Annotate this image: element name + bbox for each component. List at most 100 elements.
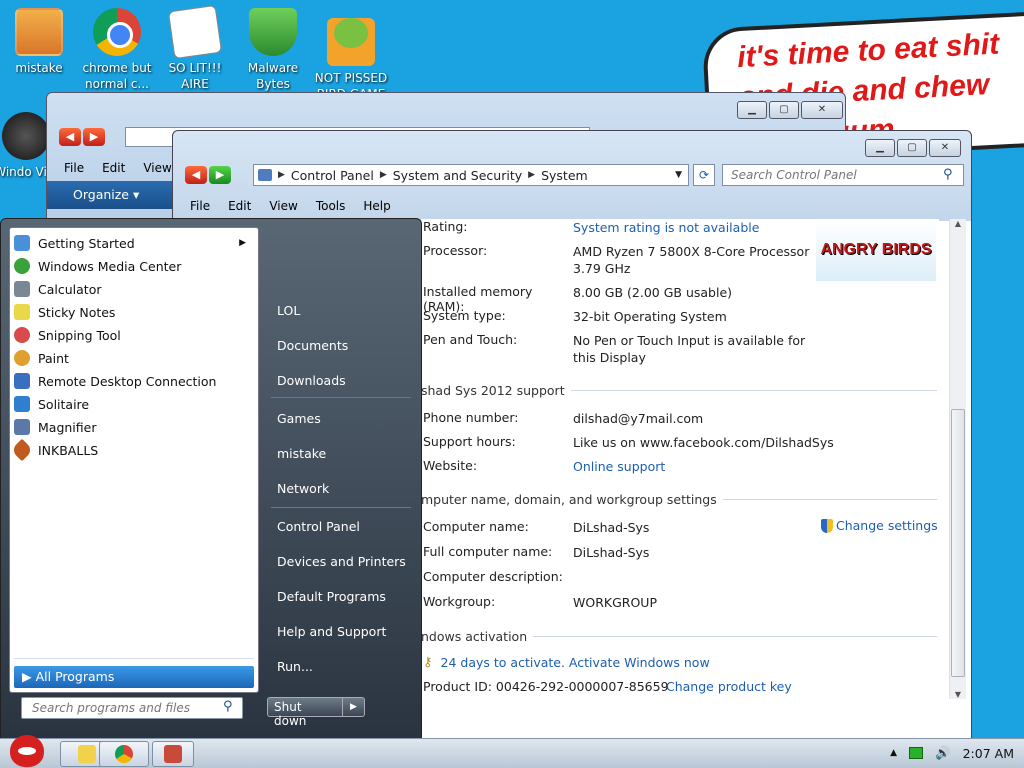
uac-shield-icon [821, 518, 833, 533]
start-link-run[interactable]: Run... [277, 659, 313, 674]
menu-bar: File Edit View Tools Help [183, 197, 398, 215]
hours-row: Support hours: Like us on www.facebook.c… [423, 434, 873, 451]
online-support-link[interactable]: Online support [573, 458, 813, 475]
desktop-icon-bird-game[interactable]: NOT PISSED BIRD GAME [312, 8, 390, 102]
system-content: Rating: System rating is not available P… [421, 219, 939, 699]
change-settings-link[interactable]: Change settings [821, 518, 938, 533]
start-link-control-panel[interactable]: Control Panel [277, 519, 360, 534]
back-button[interactable]: ◀ [185, 166, 207, 184]
palette-icon [14, 350, 30, 366]
program-inkballs[interactable]: INKBALLS [10, 438, 254, 462]
computer-name-row: Computer name: DiLshad-Sys [423, 519, 813, 536]
dropdown-icon[interactable]: ▼ [675, 170, 682, 180]
program-getting-started[interactable]: Getting Started ▶ [14, 232, 254, 254]
start-link-mistake[interactable]: mistake [277, 446, 326, 461]
angry-birds-logo: ANGRY BIRDS [816, 219, 936, 281]
processor-value: AMD Ryzen 7 5800X 8-Core Processor 3.79 … [573, 244, 810, 276]
divider [271, 507, 411, 508]
program-calculator[interactable]: Calculator [14, 278, 254, 300]
taskbar-chrome[interactable] [99, 741, 149, 767]
magnifier-icon [14, 419, 30, 435]
maximize-button[interactable]: ▢ [897, 139, 927, 157]
full-name-label: Full computer name: [423, 544, 553, 559]
scroll-thumb[interactable] [951, 409, 965, 677]
start-link-default-programs[interactable]: Default Programs [277, 589, 386, 604]
phone-row: Phone number: dilshad@y7mail.com [423, 410, 813, 427]
search-icon[interactable]: ⚲ [223, 699, 233, 714]
vertical-scrollbar[interactable]: ▲ ▼ [949, 219, 966, 699]
start-link-network[interactable]: Network [277, 481, 329, 496]
rating-row: Rating: System rating is not available [423, 219, 813, 236]
menu-file[interactable]: File [57, 159, 91, 177]
remote-desktop-icon [14, 373, 30, 389]
start-link-documents[interactable]: Documents [277, 338, 348, 353]
menu-help[interactable]: Help [356, 197, 397, 215]
forward-button[interactable]: ▶ [83, 128, 105, 146]
shutdown-button[interactable]: Shut down ▶ [267, 697, 365, 728]
search-input[interactable]: Search Control Panel [722, 164, 964, 186]
program-snipping-tool[interactable]: Snipping Tool [14, 324, 254, 346]
program-remote-desktop[interactable]: Remote Desktop Connection [14, 370, 254, 392]
start-button[interactable] [4, 731, 52, 768]
network-icon[interactable] [909, 747, 924, 759]
desktop-icon-mistake[interactable]: mistake [0, 8, 78, 76]
start-link-help-support[interactable]: Help and Support [277, 624, 386, 639]
pig-icon [327, 18, 375, 66]
shutdown-options-icon[interactable]: ▶ [342, 698, 364, 716]
breadcrumb-control-panel[interactable]: Control Panel [291, 168, 374, 183]
close-button[interactable]: ✕ [929, 139, 961, 157]
breadcrumb-system[interactable]: System [541, 168, 588, 183]
menu-tools[interactable]: Tools [309, 197, 353, 215]
key-icon: ⚷ [423, 655, 433, 670]
chevron-right-icon: ▶ [278, 170, 285, 180]
volume-icon[interactable]: 🔊 [935, 745, 951, 761]
desktop-icon-malwarebytes[interactable]: Malware Bytes [234, 8, 312, 92]
forward-button[interactable]: ▶ [209, 166, 231, 184]
minimize-button[interactable]: ▁ [737, 101, 767, 119]
chrome-icon [93, 8, 141, 56]
menu-edit[interactable]: Edit [221, 197, 258, 215]
clock[interactable]: 2:07 AM [963, 746, 1014, 761]
program-solitaire[interactable]: Solitaire [14, 393, 254, 415]
program-paint[interactable]: Paint [14, 347, 254, 369]
back-button[interactable]: ◀ [59, 128, 81, 146]
program-label: Magnifier [38, 419, 97, 435]
start-link-downloads[interactable]: Downloads [277, 373, 346, 388]
divider [271, 397, 411, 398]
menu-edit[interactable]: Edit [95, 159, 132, 177]
show-hidden-icons[interactable]: ▲ [890, 748, 897, 758]
refresh-icon[interactable]: ⟳ [693, 164, 715, 186]
desktop-icon-chrome[interactable]: chrome but normal c... [78, 8, 156, 92]
divider [14, 658, 254, 659]
program-media-center[interactable]: Windows Media Center [14, 255, 254, 277]
menu-file[interactable]: File [183, 197, 217, 215]
maximize-button[interactable]: ▢ [769, 101, 799, 119]
scroll-up-icon[interactable]: ▲ [950, 219, 966, 228]
close-button[interactable]: ✕ [801, 101, 843, 119]
program-sticky-notes[interactable]: Sticky Notes [14, 301, 254, 323]
address-bar[interactable]: ▶ Control Panel ▶ System and Security ▶ … [253, 164, 689, 186]
search-icon[interactable]: ⚲ [943, 167, 953, 182]
desktop-icon-label: chrome but normal c... [82, 61, 152, 91]
minimize-button[interactable]: ▁ [865, 139, 895, 157]
organize-button[interactable]: Organize ▾ [47, 181, 177, 209]
change-key-link[interactable]: Change product key [666, 679, 792, 694]
activation-link[interactable]: ⚷ 24 days to activate. Activate Windows … [423, 655, 710, 670]
taskbar-app[interactable] [152, 741, 194, 767]
all-programs-button[interactable]: ▶ All Programs [14, 666, 254, 688]
desktop-icon-solitaire[interactable]: SO LIT!!! AIRE [156, 4, 234, 92]
start-search-input[interactable]: Search programs and files [21, 697, 243, 719]
scroll-down-icon[interactable]: ▼ [950, 690, 966, 699]
start-link-devices-printers[interactable]: Devices and Printers [277, 554, 406, 569]
card-icon [167, 4, 223, 60]
rating-link[interactable]: System rating is not available [573, 219, 813, 236]
pen-value: No Pen or Touch Input is available for t… [573, 333, 806, 365]
support-heading: shad Sys 2012 support [421, 383, 937, 398]
breadcrumb-system-security[interactable]: System and Security [393, 168, 522, 183]
start-link-games[interactable]: Games [277, 411, 321, 426]
start-link-lol[interactable]: LOL [277, 303, 300, 318]
program-magnifier[interactable]: Magnifier [14, 416, 254, 438]
chevron-right-icon: ▶ [528, 170, 536, 180]
menu-view[interactable]: View [262, 197, 304, 215]
full-name-value: DiLshad-Sys [573, 545, 650, 560]
